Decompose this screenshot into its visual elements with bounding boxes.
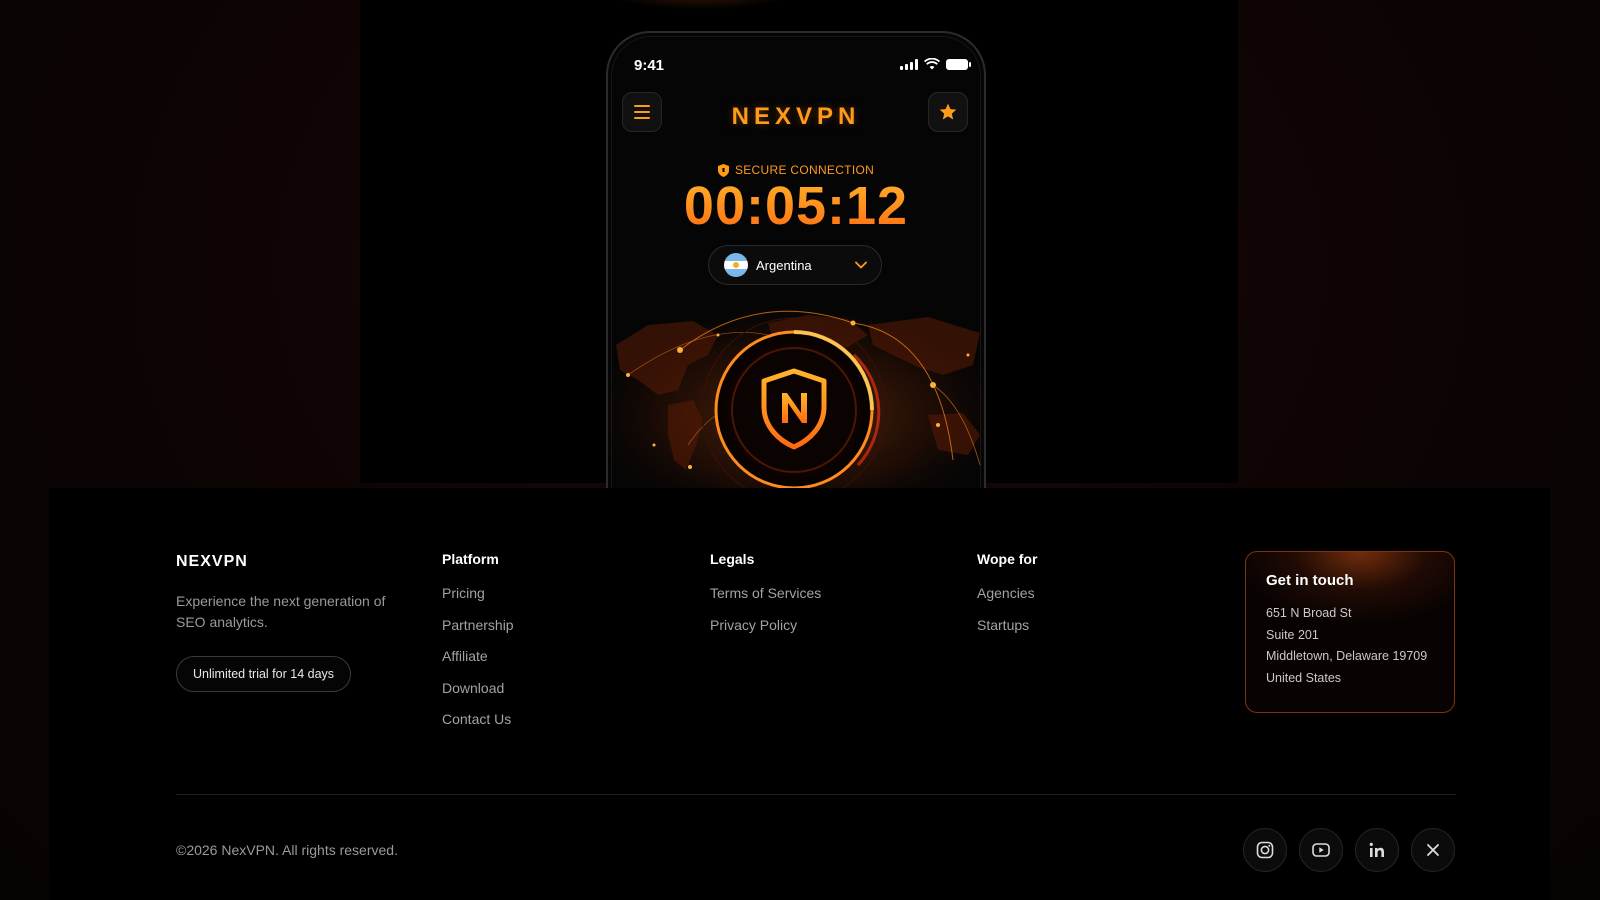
phone-mockup: 9:41 NEXVPN SECURE CONNECTION 00:05:12 A… (606, 31, 986, 491)
column-title: Legals (710, 551, 755, 567)
trial-button[interactable]: Unlimited trial for 14 days (176, 656, 352, 692)
contact-address-line: United States (1266, 670, 1342, 685)
status-time: 9:41 (634, 57, 665, 74)
footer-link-pricing[interactable]: Pricing (442, 585, 514, 617)
linkedin-button[interactable] (1355, 828, 1399, 872)
instagram-icon (1256, 841, 1274, 859)
linkedin-icon (1369, 842, 1384, 857)
youtube-icon (1312, 843, 1330, 857)
footer-link-privacy[interactable]: Privacy Policy (710, 617, 821, 649)
star-icon (939, 103, 957, 120)
contact-address-line: Middletown, Delaware 19709 (1266, 649, 1428, 663)
instagram-button[interactable] (1243, 828, 1287, 872)
contact-card: Get in touch 651 N Broad St Suite 201 Mi… (1245, 551, 1455, 713)
hero-glow (600, 0, 800, 10)
footer-link-terms[interactable]: Terms of Services (710, 585, 821, 617)
x-button[interactable] (1411, 828, 1455, 872)
footer-link-affiliate[interactable]: Affiliate (442, 648, 514, 680)
status-icons (900, 58, 971, 70)
page: 9:41 NEXVPN SECURE CONNECTION 00:05:12 A… (0, 0, 1600, 900)
footer-link-partnership[interactable]: Partnership (442, 617, 514, 649)
column-title: Wope for (977, 551, 1038, 567)
chevron-down-icon (855, 261, 867, 269)
country-name: Argentina (756, 257, 812, 273)
footer-column-platform: Platform Pricing Partnership Affiliate D… (442, 551, 514, 743)
footer-link-download[interactable]: Download (442, 680, 514, 712)
copyright: ©2026 NexVPN. All rights reserved. (176, 842, 398, 858)
contact-address-line: 651 N Broad St (1266, 606, 1352, 620)
country-selector[interactable]: Argentina (708, 245, 882, 285)
favorite-button[interactable] (928, 92, 968, 132)
contact-address-line: Suite 201 (1266, 627, 1319, 642)
footer-link-contact-us[interactable]: Contact Us (442, 711, 514, 743)
connection-timer: 00:05:12 (608, 175, 984, 237)
world-map-graphic (608, 295, 984, 491)
wifi-icon (924, 58, 940, 70)
contact-title: Get in touch (1266, 572, 1354, 589)
youtube-button[interactable] (1299, 828, 1343, 872)
x-icon (1427, 844, 1439, 856)
column-title: Platform (442, 551, 499, 567)
footer-column-wope-for: Wope for Agencies Startups (977, 551, 1037, 648)
footer-link-startups[interactable]: Startups (977, 617, 1037, 649)
signal-icon (900, 59, 918, 70)
footer-tagline: Experience the next generation of SEO an… (176, 593, 386, 630)
social-links (1243, 828, 1455, 872)
footer-column-legals: Legals Terms of Services Privacy Policy (710, 551, 821, 648)
footer-link-agencies[interactable]: Agencies (977, 585, 1037, 617)
footer-divider (176, 794, 1456, 795)
battery-icon (946, 59, 971, 70)
footer-logo[interactable]: NEXVPN (176, 553, 248, 571)
argentina-flag-icon (724, 253, 748, 277)
